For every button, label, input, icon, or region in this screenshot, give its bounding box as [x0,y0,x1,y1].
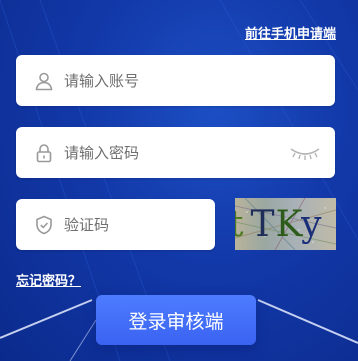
user-icon [34,71,54,91]
captcha-char: y [301,204,323,245]
account-field[interactable] [16,55,335,106]
captcha-char: T [250,204,276,245]
mobile-apply-link[interactable]: 前往手机申请端 [245,23,336,42]
eye-closed-icon[interactable] [289,145,321,161]
captcha-char: t [235,204,245,245]
shield-icon [34,215,54,235]
captcha-image[interactable]: t TKy [235,198,336,250]
captcha-text: t TKy [235,204,322,245]
captcha-char: K [275,204,302,245]
captcha-input[interactable] [64,199,163,250]
captcha-field[interactable] [16,199,215,250]
lock-icon [34,143,54,163]
login-button[interactable]: 登录审核端 [96,295,256,345]
forgot-password-link[interactable]: 忘记密码？ [16,270,81,289]
password-field[interactable] [16,127,335,178]
account-input[interactable] [64,55,283,106]
password-input[interactable] [64,127,283,178]
